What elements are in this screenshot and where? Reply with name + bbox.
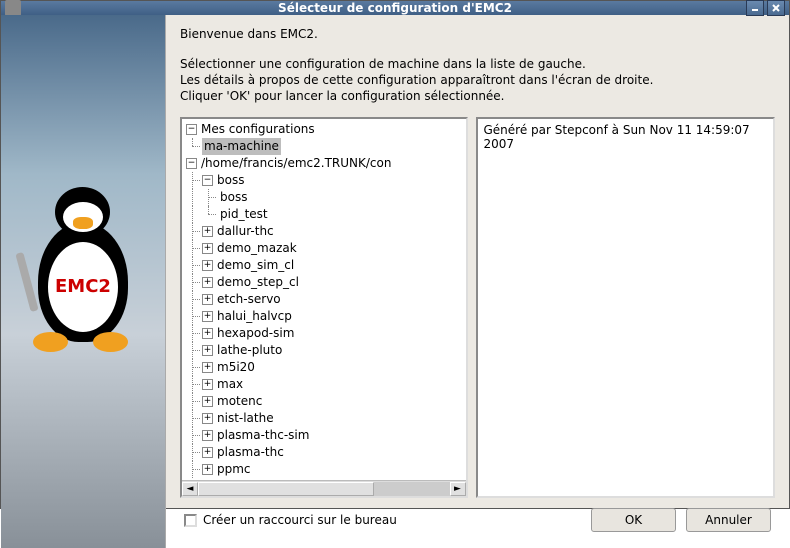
scroll-thumb[interactable]: [198, 482, 374, 496]
tree-item[interactable]: ppmc: [215, 461, 253, 478]
tree-expander-icon[interactable]: +: [202, 328, 213, 339]
cancel-button[interactable]: Annuler: [686, 508, 771, 532]
penguin-mascot-icon: EMC2: [13, 182, 153, 382]
ok-button[interactable]: OK: [591, 508, 676, 532]
tree-item[interactable]: demo_mazak: [215, 240, 299, 257]
footer: Créer un raccourci sur le bureau OK Annu…: [180, 498, 775, 536]
instruction-line: Sélectionner une configuration de machin…: [180, 57, 775, 71]
tree-expander-icon[interactable]: +: [202, 430, 213, 441]
tree-item[interactable]: plasma-thc: [215, 444, 286, 461]
tree-expander-icon[interactable]: +: [202, 396, 213, 407]
detail-panel: Généré par Stepconf à Sun Nov 11 14:59:0…: [476, 117, 776, 498]
tree-item[interactable]: boss: [215, 172, 246, 189]
tree-item[interactable]: hexapod-sim: [215, 325, 296, 342]
tree-expander-icon[interactable]: +: [202, 447, 213, 458]
sidebar-image: EMC2: [1, 15, 166, 548]
shortcut-checkbox-wrap[interactable]: Créer un raccourci sur le bureau: [184, 513, 581, 527]
content-area: EMC2 Bienvenue dans EMC2. Sélectionner u…: [1, 15, 789, 548]
tree-item[interactable]: boss: [218, 189, 249, 206]
instruction-line: Les détails à propos de cette configurat…: [180, 73, 775, 87]
tree-expander-icon[interactable]: +: [202, 260, 213, 271]
shortcut-label: Créer un raccourci sur le bureau: [203, 513, 397, 527]
minimize-button[interactable]: [746, 0, 764, 16]
tree-item[interactable]: lathe-pluto: [215, 342, 284, 359]
tree-expander-icon[interactable]: +: [202, 277, 213, 288]
tree-expander-icon[interactable]: +: [202, 294, 213, 305]
tree-expander-icon[interactable]: +: [202, 345, 213, 356]
window-controls: [746, 0, 785, 16]
tree-item[interactable]: /home/francis/emc2.TRUNK/con: [199, 155, 393, 172]
tree-item[interactable]: demo_sim_cl: [215, 257, 296, 274]
tree-expander-icon[interactable]: +: [202, 226, 213, 237]
tree-item[interactable]: plasma-thc-sim: [215, 427, 311, 444]
tree-item-selected[interactable]: ma-machine: [202, 138, 281, 155]
config-tree[interactable]: − Mes configurations ma-machine − /home/…: [180, 117, 468, 498]
instruction-line: Cliquer 'OK' pour lancer la configuratio…: [180, 89, 775, 103]
shortcut-checkbox[interactable]: [184, 514, 197, 527]
tree-item[interactable]: dallur-thc: [215, 223, 276, 240]
welcome-text: Bienvenue dans EMC2.: [180, 27, 775, 41]
panels-row: − Mes configurations ma-machine − /home/…: [180, 117, 775, 498]
scroll-track[interactable]: [198, 482, 450, 496]
detail-text: Généré par Stepconf à Sun Nov 11 14:59:0…: [484, 123, 750, 151]
tree-expander-icon[interactable]: −: [202, 175, 213, 186]
scroll-left-icon[interactable]: ◄: [182, 482, 198, 496]
close-button[interactable]: [767, 0, 785, 16]
main-panel: Bienvenue dans EMC2. Sélectionner une co…: [166, 15, 789, 548]
tree-item[interactable]: halui_halvcp: [215, 308, 294, 325]
tree-item[interactable]: motenc: [215, 393, 264, 410]
tree-item[interactable]: m5i20: [215, 359, 257, 376]
tree-expander-icon[interactable]: +: [202, 413, 213, 424]
tree-expander-icon[interactable]: +: [202, 311, 213, 322]
main-window: Sélecteur de configuration d'EMC2 EMC2: [0, 0, 790, 509]
horizontal-scrollbar[interactable]: ◄ ►: [182, 480, 466, 496]
tree-item[interactable]: demo_step_cl: [215, 274, 301, 291]
tree-item[interactable]: pid_test: [218, 206, 270, 223]
tree-item[interactable]: nist-lathe: [215, 410, 276, 427]
tree-expander-icon[interactable]: +: [202, 243, 213, 254]
tree-expander-icon[interactable]: −: [186, 158, 197, 169]
window-title: Sélecteur de configuration d'EMC2: [278, 1, 512, 15]
tree-item[interactable]: etch-servo: [215, 291, 283, 308]
tree-expander-icon[interactable]: +: [202, 464, 213, 475]
tree-expander-icon[interactable]: −: [186, 124, 197, 135]
app-icon: [5, 0, 21, 16]
scroll-right-icon[interactable]: ►: [450, 482, 466, 496]
tree-item[interactable]: Mes configurations: [199, 121, 317, 138]
tree-expander-icon[interactable]: +: [202, 362, 213, 373]
tree-scroll[interactable]: − Mes configurations ma-machine − /home/…: [182, 119, 466, 480]
titlebar[interactable]: Sélecteur de configuration d'EMC2: [1, 1, 789, 15]
tree-expander-icon[interactable]: +: [202, 379, 213, 390]
intro-text: Bienvenue dans EMC2. Sélectionner une co…: [180, 27, 775, 105]
tree-item[interactable]: max: [215, 376, 245, 393]
